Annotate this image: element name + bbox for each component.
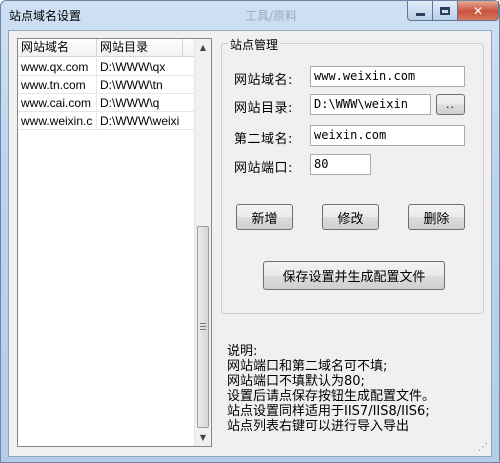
delete-button[interactable]: 删除 xyxy=(408,204,465,230)
close-icon: ✕ xyxy=(472,3,484,18)
add-button[interactable]: 新增 xyxy=(236,204,293,230)
site-management-group-title: 站点管理 xyxy=(228,36,281,53)
domain-input[interactable]: www.weixin.com xyxy=(310,66,465,87)
list-item-domain: www.qx.com xyxy=(18,58,97,75)
scroll-down-arrow-icon[interactable]: ▼ xyxy=(195,429,211,446)
site-list[interactable]: 网站域名 网站目录 www.qx.com D:\WWW\qx www.tn.co… xyxy=(17,38,212,447)
list-item[interactable]: www.tn.com D:\WWW\tn xyxy=(18,76,194,94)
column-header-directory[interactable]: 网站目录 xyxy=(97,39,183,57)
second-domain-input[interactable]: weixin.com xyxy=(310,125,465,146)
list-item-directory: D:\WWW\weixi xyxy=(100,114,180,128)
save-and-generate-button[interactable]: 保存设置并生成配置文件 xyxy=(263,261,445,290)
port-label: 网站端口: xyxy=(234,161,293,176)
site-domain-settings-window: 站点域名设置 工具/原料 ✕ 网站域名 网站目录 www.qx.com D:\W… xyxy=(0,0,500,463)
title-bar[interactable]: 站点域名设置 工具/原料 ✕ xyxy=(1,1,499,29)
list-item-domain: www.weixin.c xyxy=(18,112,97,129)
grip-icon xyxy=(200,323,206,330)
list-item[interactable]: www.qx.com D:\WWW\qx xyxy=(18,58,194,76)
second-domain-label: 第二域名: xyxy=(234,132,293,147)
edit-button[interactable]: 修改 xyxy=(322,204,379,230)
site-management-group: 站点管理 网站域名: www.weixin.com 网站目录: D:\WWW\w… xyxy=(221,36,484,314)
browse-button[interactable]: .. xyxy=(436,94,465,115)
instructions-line: 说明: xyxy=(227,344,258,359)
vertical-scrollbar[interactable]: ▲ ▼ xyxy=(194,39,211,446)
instructions-line: 站点设置同样适用于IIS7/IIS8/IIS6; xyxy=(227,404,430,419)
resize-grip-icon[interactable]: ⋰ xyxy=(476,442,488,454)
close-button[interactable]: ✕ xyxy=(457,1,499,21)
instructions-line: 网站端口不填默认为80; xyxy=(227,374,365,389)
list-item[interactable]: www.weixin.c D:\WWW\weixi xyxy=(18,112,194,130)
background-window-title: 工具/原料 xyxy=(245,9,298,23)
list-item-directory: D:\WWW\qx xyxy=(100,60,166,74)
list-item-directory: D:\WWW\tn xyxy=(100,78,163,92)
column-header-domain[interactable]: 网站域名 xyxy=(18,39,97,57)
port-input[interactable]: 80 xyxy=(310,154,371,175)
maximize-button[interactable] xyxy=(432,1,458,21)
directory-input[interactable]: D:\WWW\weixin xyxy=(310,94,431,115)
scrollbar-thumb[interactable] xyxy=(197,226,209,428)
instructions-line: 站点列表右键可以进行导入导出 xyxy=(227,419,410,434)
instructions: 说明: 网站端口和第二域名可不填; 网站端口不填默认为80; 设置后请点保存按钮… xyxy=(227,344,435,434)
minimize-button[interactable] xyxy=(407,1,433,21)
instructions-line: 设置后请点保存按钮生成配置文件。 xyxy=(227,389,436,404)
minimize-icon xyxy=(415,13,425,16)
dialog-body: 网站域名 网站目录 www.qx.com D:\WWW\qx www.tn.co… xyxy=(8,30,492,457)
site-list-header: 网站域名 网站目录 xyxy=(18,39,194,57)
list-item-domain: www.tn.com xyxy=(18,76,97,93)
list-item[interactable]: www.cai.com D:\WWW\q xyxy=(18,94,194,112)
domain-label: 网站域名: xyxy=(234,73,293,88)
maximize-icon xyxy=(440,6,450,15)
site-list-rows: www.qx.com D:\WWW\qx www.tn.com D:\WWW\t… xyxy=(18,58,194,130)
instructions-line: 网站端口和第二域名可不填; xyxy=(227,359,388,374)
scroll-up-arrow-icon[interactable]: ▲ xyxy=(195,39,211,56)
list-item-domain: www.cai.com xyxy=(18,94,97,111)
list-item-directory: D:\WWW\q xyxy=(100,96,160,110)
directory-label: 网站目录: xyxy=(234,101,293,116)
window-title: 站点域名设置 xyxy=(9,9,82,23)
